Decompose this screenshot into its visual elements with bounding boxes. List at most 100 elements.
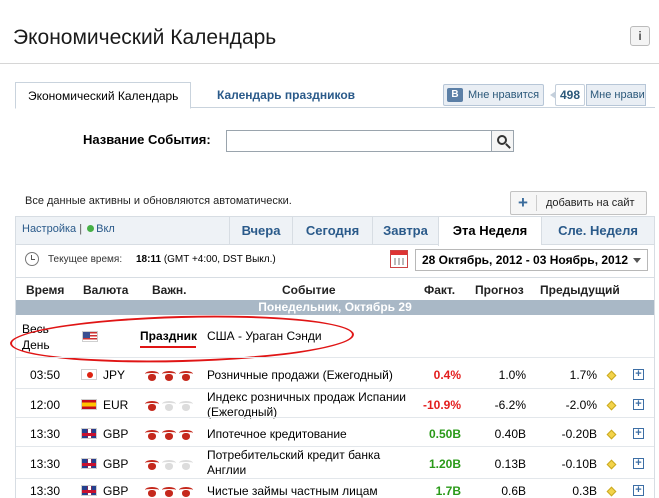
event-currency: GBP xyxy=(103,484,129,498)
diamond-icon xyxy=(606,459,617,470)
current-time-label: Текущее время: xyxy=(48,254,123,265)
table-header: Время Валюта Важн. Событие Факт. Прогноз… xyxy=(16,278,654,300)
importance-bulls xyxy=(145,369,196,383)
diamond-icon xyxy=(606,429,617,440)
importance-bulls xyxy=(145,458,196,472)
search-input[interactable] xyxy=(226,130,492,152)
bull-icon xyxy=(179,430,193,441)
table-row[interactable]: 03:50 JPY Розничные продажи (Ежегодный) 0.4… xyxy=(16,357,654,388)
table-row[interactable]: 12:00 EUR Индекс розничных продаж Испании … xyxy=(16,388,654,420)
event-time: 13:30 xyxy=(30,484,61,498)
search-button[interactable] xyxy=(491,130,514,152)
day-header-row: Понедельник, Октябрь 29 xyxy=(16,300,654,315)
bull-icon xyxy=(162,460,176,471)
event-actual: 0.4% xyxy=(433,368,461,382)
event-forecast: 0.6B xyxy=(501,484,526,498)
red-annotation-underline xyxy=(140,346,196,348)
table-row[interactable]: 13:30 GBP Ипотечное кредитование 0.50B 0.40B… xyxy=(16,417,654,446)
table-row[interactable]: 13:30 GBP Потребительский кредит банка Анг… xyxy=(16,446,654,478)
event-time: 13:30 xyxy=(30,457,61,471)
settings-link[interactable]: Настройка xyxy=(22,223,76,235)
bull-icon xyxy=(145,371,159,382)
gb-flag-icon xyxy=(81,485,97,496)
tab-holiday-calendar[interactable]: Календарь праздников xyxy=(205,82,367,108)
status-dot-icon xyxy=(87,225,95,232)
info-icon[interactable]: i xyxy=(630,26,650,46)
current-time: 18:11 xyxy=(136,254,162,265)
event-forecast: 0.40B xyxy=(494,427,526,441)
current-time-value: 18:11 (GMT +4:00, DST Выкл.) xyxy=(136,254,276,265)
vk-logo-icon: B xyxy=(447,88,463,102)
like-count: 498 xyxy=(550,84,585,106)
event-actual: 1.20B xyxy=(428,457,461,471)
col-previous[interactable]: Предыдущий xyxy=(540,283,620,297)
add-to-site-label: добавить на сайт xyxy=(546,197,635,209)
col-actual[interactable]: Факт. xyxy=(424,283,455,297)
settings-group: Настройка | Вкл xyxy=(22,223,115,235)
holiday-row[interactable]: Весь День Праздник США - Ураган Сэнди xyxy=(9,311,654,367)
chevron-down-icon xyxy=(633,258,641,263)
page-title: Экономический Календарь xyxy=(13,26,277,49)
vk-like-label: Мне нравится xyxy=(468,89,540,101)
es-flag-icon xyxy=(81,399,97,410)
time-bar: Текущее время: 18:11 (GMT +4:00, DST Вык… xyxy=(16,245,654,278)
bull-icon xyxy=(145,460,159,471)
event-actual: -10.9% xyxy=(422,398,461,412)
expand-plus-icon[interactable]: + xyxy=(633,458,644,469)
vk-like-button[interactable]: B Мне нравится xyxy=(443,84,544,106)
diamond-icon xyxy=(606,400,617,411)
event-title[interactable]: Чистые займы частным лицам xyxy=(207,484,407,498)
bull-icon xyxy=(162,430,176,441)
expand-plus-icon[interactable]: + xyxy=(633,485,644,496)
expand-plus-icon[interactable]: + xyxy=(633,399,644,410)
calendar-panel: Настройка | Вкл Вчера Сегодня Завтра Эта… xyxy=(9,216,655,498)
tab-yesterday[interactable]: Вчера xyxy=(229,217,292,245)
col-time[interactable]: Время xyxy=(26,283,64,297)
event-forecast: 1.0% xyxy=(498,368,526,382)
date-range-select[interactable]: 28 Октябрь, 2012 - 03 Ноябрь, 2012 xyxy=(415,249,648,271)
plus-icon: + xyxy=(518,193,528,212)
diamond-icon xyxy=(606,486,617,497)
expand-plus-icon[interactable]: + xyxy=(633,428,644,439)
tab-economic-calendar[interactable]: Экономический Календарь xyxy=(15,82,192,109)
tab-tomorrow[interactable]: Завтра xyxy=(372,217,438,245)
bull-icon xyxy=(145,430,159,441)
bull-icon xyxy=(162,401,176,412)
event-currency: EUR xyxy=(103,398,129,412)
add-to-site-button[interactable]: + добавить на сайт xyxy=(510,191,647,215)
event-actual: 0.50B xyxy=(428,427,461,441)
tab-this-week[interactable]: Эта Неделя xyxy=(438,217,541,246)
clock-icon xyxy=(25,252,39,266)
button-divider xyxy=(536,195,537,211)
date-range-value: 28 Октябрь, 2012 - 03 Ноябрь, 2012 xyxy=(422,253,629,267)
col-currency[interactable]: Валюта xyxy=(83,283,128,297)
event-previous: -0.20B xyxy=(561,427,597,441)
diamond-icon xyxy=(606,370,617,381)
event-title[interactable]: Ипотечное кредитование xyxy=(207,427,407,442)
tab-today[interactable]: Сегодня xyxy=(292,217,372,245)
importance-bulls xyxy=(145,399,196,413)
gb-flag-icon xyxy=(81,428,97,439)
col-forecast[interactable]: Прогноз xyxy=(475,283,524,297)
title-divider xyxy=(0,63,659,64)
bull-icon xyxy=(145,401,159,412)
event-title[interactable]: Розничные продажи (Ежегодный) xyxy=(207,368,407,383)
like-button-secondary[interactable]: Мне нравится xyxy=(586,84,646,106)
tab-next-week[interactable]: Сле. Неделя xyxy=(541,217,654,245)
bull-icon xyxy=(145,487,159,498)
expand-plus-icon[interactable]: + xyxy=(633,369,644,380)
table-row[interactable]: 13:30 GBP Чистые займы частным лицам 1.7B 0.… xyxy=(16,478,654,498)
col-event[interactable]: Событие xyxy=(282,283,336,297)
event-title[interactable]: Индекс розничных продаж Испании (Ежегодн… xyxy=(207,390,407,420)
status-toggle[interactable]: Вкл xyxy=(96,223,115,235)
calendar-icon[interactable] xyxy=(390,250,408,268)
event-time: 12:00 xyxy=(30,398,61,412)
search-label: Название События: xyxy=(83,132,211,147)
bull-icon xyxy=(179,460,193,471)
event-title[interactable]: Потребительский кредит банка Англии xyxy=(207,448,407,478)
col-importance[interactable]: Важн. xyxy=(152,283,186,297)
event-time: 13:30 xyxy=(30,427,61,441)
event-time: 03:50 xyxy=(30,368,61,382)
event-actual: 1.7B xyxy=(435,484,461,498)
auto-update-notice: Все данные активны и обновляются автомат… xyxy=(25,195,292,207)
